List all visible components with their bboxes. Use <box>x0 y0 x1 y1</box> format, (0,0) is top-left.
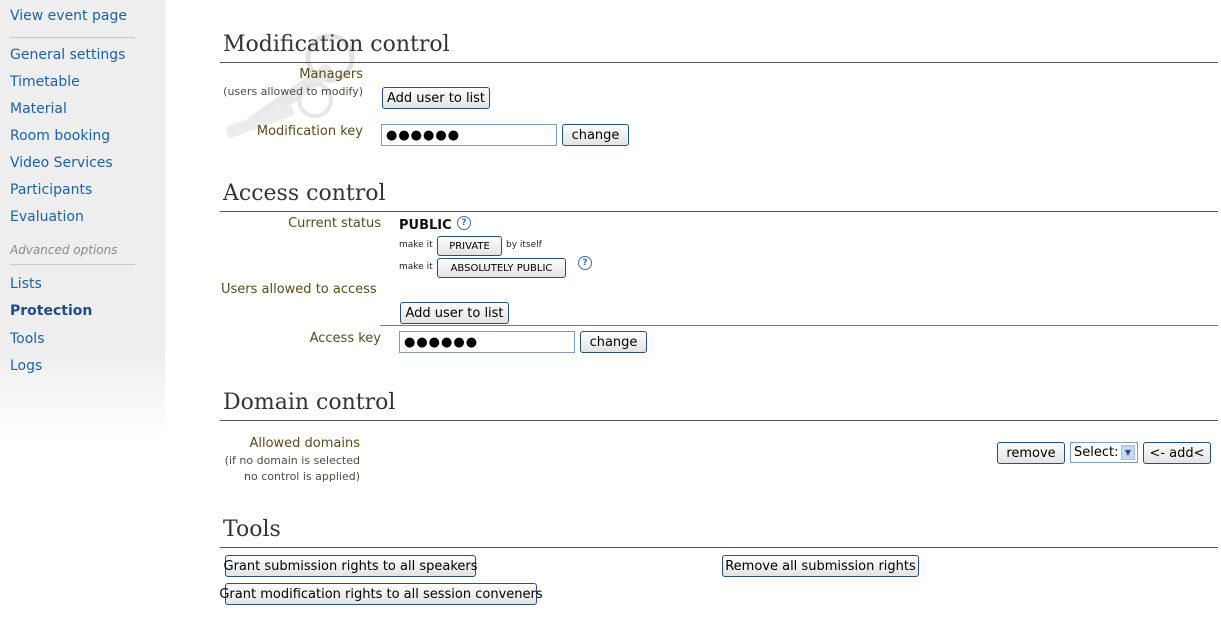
modification-key-label: Modification key <box>256 124 363 139</box>
remove-domain-button[interactable]: remove <box>997 442 1065 464</box>
managers-sublabel: (users allowed to modify) <box>223 85 363 98</box>
access-key-field[interactable]: ●●●●●● <box>399 331 575 353</box>
modification-key-change-button[interactable]: change <box>562 124 629 146</box>
domain-note-line2: no control is applied) <box>244 470 360 483</box>
access-control-heading: Access control <box>223 181 386 206</box>
chevron-down-icon[interactable]: ▼ <box>1121 445 1135 460</box>
section-rule <box>220 211 1218 212</box>
grant-submission-rights-button[interactable]: Grant submission rights to all speakers <box>224 555 478 577</box>
modification-control-heading: Modification control <box>223 32 450 57</box>
remove-submission-rights-button[interactable]: Remove all submission rights <box>722 555 919 577</box>
users-allowed-label: Users allowed to access <box>221 282 377 297</box>
make-absolutely-public-button[interactable]: ABSOLUTELY PUBLIC <box>437 258 566 278</box>
domain-note-line1: (if no domain is selected <box>224 454 360 467</box>
help-icon[interactable]: ? <box>457 216 471 230</box>
current-status-value: PUBLIC <box>399 218 452 233</box>
add-access-user-button[interactable]: Add user to list <box>400 302 509 324</box>
make-it-text: make it <box>399 240 433 250</box>
allowed-domains-label: Allowed domains <box>249 436 360 451</box>
protection-main: Modification control Managers (users all… <box>0 0 1221 621</box>
modification-key-field[interactable]: ●●●●●● <box>381 124 557 146</box>
section-rule <box>220 547 1218 548</box>
make-it-text: make it <box>399 262 433 272</box>
make-private-button[interactable]: PRIVATE <box>437 236 502 256</box>
by-itself-text: by itself <box>506 240 542 250</box>
current-status-label: Current status <box>288 216 381 231</box>
domain-select-value: Select: <box>1074 445 1119 460</box>
domain-control-heading: Domain control <box>223 390 396 415</box>
grant-modification-rights-button[interactable]: Grant modification rights to all session… <box>219 583 543 605</box>
add-manager-button[interactable]: Add user to list <box>382 87 490 109</box>
access-key-label: Access key <box>309 331 381 346</box>
access-divider <box>380 325 1218 326</box>
domain-select[interactable]: Select: ▼ <box>1070 442 1138 463</box>
help-icon[interactable]: ? <box>578 256 592 270</box>
managers-label: Managers <box>299 67 363 82</box>
access-key-change-button[interactable]: change <box>580 331 647 353</box>
section-rule <box>220 62 1218 63</box>
add-domain-button[interactable]: <- add< <box>1143 442 1211 464</box>
section-rule <box>220 420 1218 421</box>
tools-heading: Tools <box>223 517 281 542</box>
